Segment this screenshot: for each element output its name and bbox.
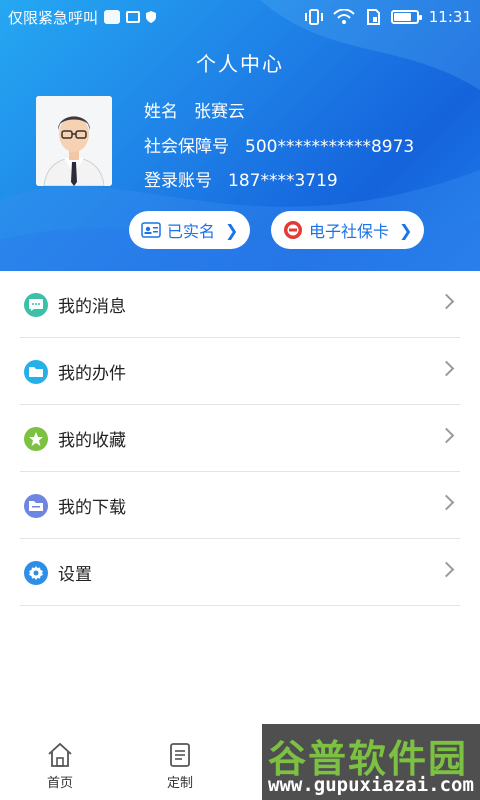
profile-header: 仅限紧急呼叫 11:31 个人中心 姓名 张赛云 社会保障号 500******…	[0, 0, 480, 271]
name-value: 张赛云	[194, 102, 245, 122]
menu-item-label: 我的消息	[58, 297, 126, 317]
chevron-right-icon	[438, 293, 455, 310]
id-card-icon	[141, 222, 161, 238]
tab-home[interactable]: 首页	[0, 730, 120, 800]
name-row: 姓名 张赛云	[144, 97, 245, 122]
menu-item-label: 设置	[58, 565, 92, 585]
home-icon	[48, 742, 72, 767]
status-bar: 仅限紧急呼叫 11:31	[0, 0, 480, 34]
social-security-emblem-icon	[284, 221, 302, 239]
chevron-right-icon: ❯	[399, 220, 413, 240]
wifi-icon	[333, 9, 355, 24]
gear-icon	[24, 560, 48, 585]
watermark: 谷普软件园 www.gupuxiazai.com	[262, 724, 480, 800]
menu-item-settings[interactable]: 设置	[0, 539, 480, 606]
ssn-label: 社会保障号	[144, 137, 229, 157]
avatar[interactable]	[36, 96, 112, 186]
menu-list: 我的消息 我的办件 我的收藏 我的下载 设置	[0, 271, 480, 606]
ssn-value: 500***********8973	[245, 137, 415, 157]
menu-item-label: 我的办件	[58, 364, 126, 384]
status-time: 11:31	[428, 8, 472, 26]
vibrate-icon	[304, 9, 323, 25]
app-notification-icon	[104, 10, 121, 24]
chevron-right-icon	[438, 360, 455, 377]
ssn-row: 社会保障号 500***********8973	[144, 132, 414, 157]
account-row: 登录账号 187****3719	[144, 166, 338, 191]
name-label: 姓名	[144, 102, 178, 122]
watermark-url: www.gupuxiazai.com	[268, 774, 474, 796]
chevron-right-icon	[438, 561, 455, 578]
download-folder-icon	[24, 493, 48, 518]
menu-item-downloads[interactable]: 我的下载	[0, 472, 480, 539]
menu-item-messages[interactable]: 我的消息	[0, 271, 480, 338]
account-label: 登录账号	[144, 171, 212, 191]
card-label: 电子社保卡	[309, 222, 390, 241]
folder-icon	[24, 359, 48, 384]
chevron-right-icon	[438, 494, 455, 511]
chevron-right-icon	[438, 427, 455, 444]
battery-icon	[390, 10, 422, 24]
sim-icon	[366, 9, 380, 25]
tab-custom[interactable]: 定制	[120, 730, 240, 800]
tab-label: 定制	[166, 776, 193, 791]
account-value: 187****3719	[228, 171, 338, 191]
shield-icon	[146, 11, 157, 23]
social-security-card-button[interactable]: 电子社保卡 ❯	[271, 211, 425, 249]
chevron-right-icon: ❯	[225, 220, 239, 240]
page-title: 个人中心	[196, 52, 284, 76]
clipboard-icon	[170, 743, 190, 767]
verified-button[interactable]: 已实名 ❯	[129, 211, 251, 249]
carrier-text: 仅限紧急呼叫	[8, 8, 99, 27]
image-notification-icon	[126, 11, 141, 23]
star-icon	[24, 426, 48, 451]
menu-item-label: 我的收藏	[58, 431, 126, 451]
message-icon	[24, 292, 48, 317]
menu-item-label: 我的下载	[58, 498, 126, 518]
avatar-illustration	[36, 96, 112, 186]
tab-label: 首页	[46, 776, 73, 791]
verified-label: 已实名	[167, 222, 216, 241]
menu-item-my-cases[interactable]: 我的办件	[0, 338, 480, 405]
menu-item-favorites[interactable]: 我的收藏	[0, 405, 480, 472]
